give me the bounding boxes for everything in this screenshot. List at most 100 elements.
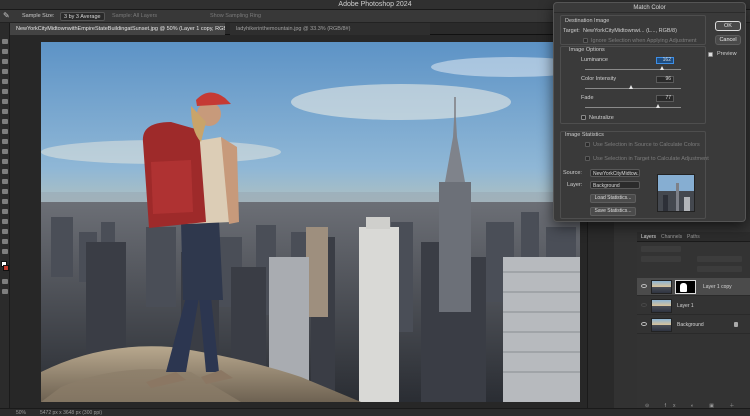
visibility-eye-icon[interactable] bbox=[641, 322, 647, 326]
tools-panel bbox=[0, 23, 10, 408]
blur-tool-icon[interactable] bbox=[2, 169, 8, 174]
healing-tool-icon[interactable] bbox=[2, 109, 8, 114]
layer-thumbnail bbox=[651, 318, 672, 332]
layer-filter-kind[interactable] bbox=[641, 246, 681, 252]
quick-mask-icon[interactable] bbox=[2, 279, 8, 284]
gradient-tool-icon[interactable] bbox=[2, 159, 8, 164]
rectangle-tool-icon[interactable] bbox=[2, 219, 8, 224]
tab-document-inactive[interactable]: ladyhikerinthemountain.jpg @ 33.3% (RGB/… bbox=[230, 23, 430, 35]
fill-field[interactable] bbox=[697, 266, 742, 272]
intensity-slider[interactable] bbox=[585, 85, 681, 89]
preview-checkbox[interactable] bbox=[708, 52, 713, 57]
source-select[interactable]: NewYorkCityMidtow... bbox=[590, 169, 640, 177]
document-image[interactable] bbox=[41, 42, 580, 402]
target-value: NewYorkCityMidtownwi... (L..., RGB/8) bbox=[583, 28, 677, 34]
ignore-selection-checkbox[interactable] bbox=[583, 38, 588, 43]
layer-thumbnail bbox=[651, 299, 672, 313]
layer-name: Layer 1 copy bbox=[703, 284, 732, 290]
pen-tool-icon[interactable] bbox=[2, 189, 8, 194]
zoom-level[interactable]: 50% bbox=[16, 410, 26, 416]
intensity-input[interactable]: 96 bbox=[656, 76, 674, 83]
tab-paths[interactable]: Paths bbox=[687, 234, 700, 240]
visibility-eye-icon[interactable] bbox=[641, 284, 647, 288]
city-hiker-photo bbox=[41, 42, 580, 402]
image-statistics-group: Image Statistics Use Selection in Source… bbox=[560, 131, 709, 219]
preview-label: Preview bbox=[717, 51, 737, 57]
luminance-label: Luminance bbox=[581, 57, 608, 63]
load-statistics-button[interactable]: Load Statistics... bbox=[590, 194, 636, 203]
tab-document-active[interactable]: NewYorkCityMidtownwithEmpireStateBuildin… bbox=[10, 23, 225, 35]
cancel-button[interactable]: Cancel bbox=[715, 35, 741, 45]
hand-tool-icon[interactable] bbox=[2, 229, 8, 234]
save-statistics-button[interactable]: Save Statistics... bbox=[590, 207, 636, 216]
tab-channels[interactable]: Channels bbox=[661, 234, 682, 240]
status-bar: 50% 5472 px x 3648 px (300 ppi) bbox=[0, 408, 750, 416]
eraser-tool-icon[interactable] bbox=[2, 149, 8, 154]
frame-tool-icon[interactable] bbox=[2, 89, 8, 94]
destination-heading: Destination Image bbox=[565, 18, 610, 24]
marquee-tool-icon[interactable] bbox=[2, 49, 8, 54]
document-info[interactable]: 5472 px x 3648 px (300 ppi) bbox=[40, 410, 102, 416]
source-label: Source: bbox=[563, 170, 582, 176]
dialog-title: Match Color bbox=[554, 3, 745, 13]
sample-size-label: Sample Size: bbox=[22, 13, 55, 19]
use-selection-target-label: Use Selection in Target to Calculate Adj… bbox=[593, 156, 709, 162]
luminance-slider[interactable] bbox=[585, 66, 681, 70]
dodge-tool-icon[interactable] bbox=[2, 179, 8, 184]
opacity-field[interactable] bbox=[697, 256, 742, 262]
quick-select-tool-icon[interactable] bbox=[2, 69, 8, 74]
ok-button[interactable]: OK bbox=[715, 21, 741, 31]
visibility-eye-icon[interactable] bbox=[641, 303, 647, 307]
use-selection-target-checkbox[interactable] bbox=[585, 156, 590, 161]
more-tools-icon[interactable] bbox=[2, 249, 8, 254]
sample-label: Sample: bbox=[112, 13, 133, 19]
source-preview-thumbnail bbox=[657, 174, 695, 212]
image-options-group: Image Options Luminance 162 Color Intens… bbox=[560, 46, 706, 124]
brush-tool-icon[interactable] bbox=[2, 119, 8, 124]
layer-mask-thumbnail[interactable] bbox=[675, 280, 696, 294]
document-tabs: NewYorkCityMidtownwithEmpireStateBuildin… bbox=[10, 23, 563, 35]
path-select-tool-icon[interactable] bbox=[2, 209, 8, 214]
luminance-slider-thumb[interactable] bbox=[660, 66, 665, 70]
neutralize-label: Neutralize bbox=[589, 115, 614, 121]
fade-slider[interactable] bbox=[585, 104, 681, 108]
tab-layers[interactable]: Layers bbox=[641, 234, 656, 240]
sample-size-select[interactable]: 3 by 3 Average bbox=[60, 12, 105, 21]
neutralize-checkbox[interactable] bbox=[581, 115, 586, 120]
layer-select[interactable]: Background bbox=[590, 181, 640, 189]
use-selection-source-checkbox[interactable] bbox=[585, 142, 590, 147]
zoom-tool-icon[interactable] bbox=[2, 239, 8, 244]
intensity-label: Color Intensity bbox=[581, 76, 617, 82]
luminance-input[interactable]: 162 bbox=[656, 57, 674, 64]
eyedropper-tool-icon[interactable] bbox=[2, 99, 8, 104]
layer-name: Background bbox=[677, 322, 704, 328]
layer-thumbnail bbox=[651, 280, 672, 294]
ignore-selection-label: Ignore Selection when Applying Adjustmen… bbox=[591, 38, 697, 44]
layer-row-layer-1[interactable]: Layer 1 bbox=[637, 297, 750, 315]
eyedropper-icon[interactable]: ✎ bbox=[3, 11, 10, 20]
crop-tool-icon[interactable] bbox=[2, 79, 8, 84]
fade-input[interactable]: 77 bbox=[656, 95, 674, 102]
fade-slider-thumb[interactable] bbox=[656, 104, 661, 108]
use-selection-source-label: Use Selection in Source to Calculate Col… bbox=[593, 142, 700, 148]
layer-row-layer-1-copy[interactable]: Layer 1 copy bbox=[637, 278, 750, 296]
blend-mode-select[interactable] bbox=[641, 256, 681, 262]
fade-label: Fade bbox=[581, 95, 594, 101]
history-brush-tool-icon[interactable] bbox=[2, 139, 8, 144]
show-sampling-ring-checkbox[interactable]: Show Sampling Ring bbox=[210, 13, 261, 19]
image-statistics-heading: Image Statistics bbox=[565, 132, 604, 138]
lock-icon bbox=[734, 322, 738, 327]
layers-panel-tabs: Layers Channels Paths bbox=[637, 232, 750, 242]
layers-panel: Layer 1 copy Layer 1 Background bbox=[637, 242, 750, 408]
move-tool-icon[interactable] bbox=[2, 39, 8, 44]
stamp-tool-icon[interactable] bbox=[2, 129, 8, 134]
lasso-tool-icon[interactable] bbox=[2, 59, 8, 64]
type-tool-icon[interactable] bbox=[2, 199, 8, 204]
intensity-slider-thumb[interactable] bbox=[628, 85, 633, 89]
layer-row-background[interactable]: Background bbox=[637, 316, 750, 334]
layer-label: Layer: bbox=[567, 182, 583, 188]
canvas-area[interactable] bbox=[10, 35, 587, 408]
background-color-swatch[interactable] bbox=[3, 265, 9, 271]
screen-mode-icon[interactable] bbox=[2, 289, 8, 294]
sample-select[interactable]: All Layers bbox=[133, 13, 157, 19]
